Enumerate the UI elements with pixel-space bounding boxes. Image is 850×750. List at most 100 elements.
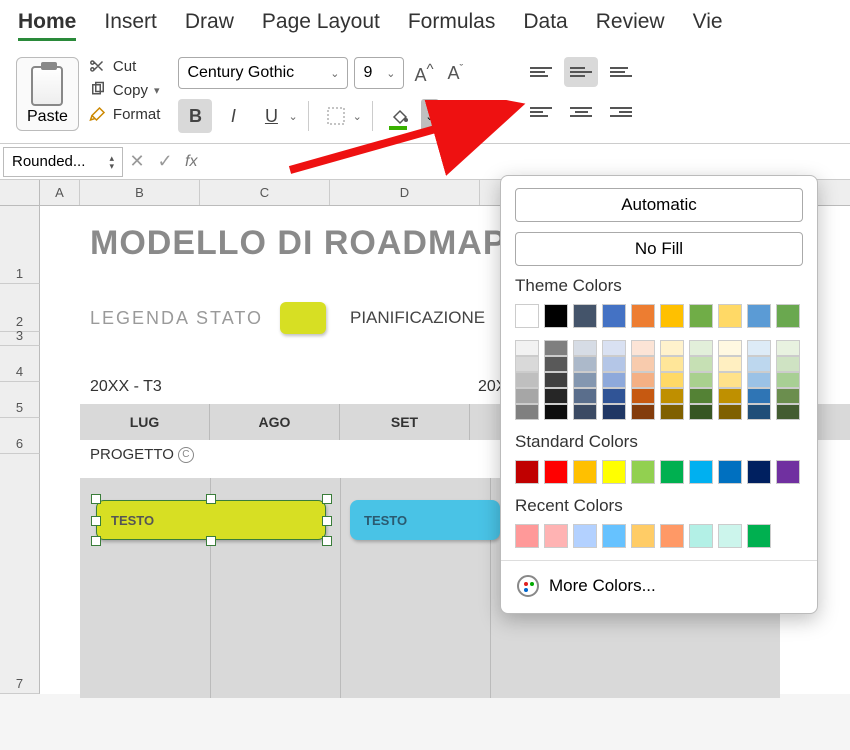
color-swatch[interactable]	[515, 388, 539, 404]
selection-handle[interactable]	[206, 536, 216, 546]
color-swatch[interactable]	[660, 404, 684, 420]
color-swatch[interactable]	[544, 340, 568, 356]
row-header[interactable]: 6	[0, 418, 40, 454]
selection-handle[interactable]	[206, 494, 216, 504]
color-swatch[interactable]	[718, 356, 742, 372]
column-header[interactable]: A	[40, 180, 80, 205]
formula-confirm-button[interactable]: ✓	[151, 151, 179, 172]
color-swatch[interactable]	[660, 356, 684, 372]
color-swatch[interactable]	[631, 460, 655, 484]
ribbon-tab-insert[interactable]: Insert	[104, 10, 157, 41]
select-all-corner[interactable]	[0, 180, 40, 205]
color-swatch[interactable]	[689, 356, 713, 372]
align-right-button[interactable]	[604, 97, 638, 127]
row-header[interactable]: 1	[0, 206, 40, 284]
selection-handle[interactable]	[91, 494, 101, 504]
color-swatch[interactable]	[631, 372, 655, 388]
color-swatch[interactable]	[631, 340, 655, 356]
color-swatch[interactable]	[573, 460, 597, 484]
color-swatch[interactable]	[573, 388, 597, 404]
color-swatch[interactable]	[515, 356, 539, 372]
color-swatch[interactable]	[718, 304, 742, 328]
color-swatch[interactable]	[602, 304, 626, 328]
color-swatch[interactable]	[718, 372, 742, 388]
color-swatch[interactable]	[602, 460, 626, 484]
font-color-button[interactable]: A	[443, 99, 477, 133]
row-header[interactable]: 2	[0, 284, 40, 332]
color-swatch[interactable]	[718, 460, 742, 484]
color-swatch[interactable]	[776, 372, 800, 388]
ribbon-tab-home[interactable]: Home	[18, 10, 76, 41]
color-swatch[interactable]	[602, 404, 626, 420]
row-header[interactable]: 7	[0, 454, 40, 694]
align-top-button[interactable]	[524, 57, 558, 87]
fill-color-button[interactable]	[383, 99, 417, 133]
color-swatch[interactable]	[602, 524, 626, 548]
more-colors-button[interactable]: More Colors...	[515, 571, 803, 601]
selection-handle[interactable]	[322, 536, 332, 546]
column-header[interactable]: C	[200, 180, 330, 205]
color-swatch[interactable]	[515, 340, 539, 356]
font-name-select[interactable]: Century Gothic ⌄	[178, 57, 348, 89]
color-swatch[interactable]	[718, 340, 742, 356]
color-swatch[interactable]	[747, 388, 771, 404]
ribbon-tab-review[interactable]: Review	[596, 10, 665, 41]
color-swatch[interactable]	[515, 404, 539, 420]
color-swatch[interactable]	[544, 524, 568, 548]
color-swatch[interactable]	[718, 388, 742, 404]
color-swatch[interactable]	[573, 372, 597, 388]
color-swatch[interactable]	[776, 404, 800, 420]
color-swatch[interactable]	[544, 304, 568, 328]
color-swatch[interactable]	[544, 404, 568, 420]
legend-swatch[interactable]	[280, 302, 326, 334]
color-swatch[interactable]	[689, 372, 713, 388]
color-swatch[interactable]	[573, 524, 597, 548]
color-swatch[interactable]	[776, 388, 800, 404]
underline-button[interactable]: U	[254, 99, 288, 133]
color-swatch[interactable]	[660, 388, 684, 404]
color-swatch[interactable]	[660, 340, 684, 356]
ribbon-tab-vie[interactable]: Vie	[693, 10, 723, 41]
format-painter-button[interactable]: Format	[89, 105, 161, 123]
gantt-bar-selected[interactable]: TESTO	[96, 500, 326, 540]
color-swatch[interactable]	[776, 356, 800, 372]
chevron-down-icon[interactable]: ⌄	[288, 110, 297, 123]
selection-handle[interactable]	[91, 516, 101, 526]
increase-font-button[interactable]: A^	[410, 61, 437, 86]
color-swatch[interactable]	[747, 404, 771, 420]
no-fill-button[interactable]: No Fill	[515, 232, 803, 266]
color-swatch[interactable]	[544, 388, 568, 404]
selection-handle[interactable]	[322, 516, 332, 526]
color-swatch[interactable]	[776, 460, 800, 484]
color-swatch[interactable]	[631, 356, 655, 372]
color-swatch[interactable]	[747, 340, 771, 356]
row-header[interactable]: 3	[0, 332, 40, 346]
color-swatch[interactable]	[515, 460, 539, 484]
color-swatch[interactable]	[689, 388, 713, 404]
color-swatch[interactable]	[544, 372, 568, 388]
align-center-button[interactable]	[564, 97, 598, 127]
color-swatch[interactable]	[631, 524, 655, 548]
italic-button[interactable]: I	[216, 99, 250, 133]
color-swatch[interactable]	[515, 524, 539, 548]
chevron-down-icon[interactable]: ⌄	[353, 110, 362, 123]
color-swatch[interactable]	[747, 372, 771, 388]
fill-color-dropdown[interactable]: ⌄	[421, 99, 439, 133]
font-size-select[interactable]: 9 ⌄	[354, 57, 404, 89]
stepper-down-icon[interactable]: ▾	[109, 162, 114, 170]
color-swatch[interactable]	[689, 340, 713, 356]
chevron-down-icon[interactable]: ⌄	[477, 110, 486, 123]
color-swatch[interactable]	[631, 304, 655, 328]
color-swatch[interactable]	[747, 524, 771, 548]
color-swatch[interactable]	[573, 356, 597, 372]
color-swatch[interactable]	[602, 372, 626, 388]
column-header[interactable]: B	[80, 180, 200, 205]
color-swatch[interactable]	[660, 304, 684, 328]
align-middle-button[interactable]	[564, 57, 598, 87]
color-swatch[interactable]	[544, 356, 568, 372]
ribbon-tab-data[interactable]: Data	[523, 10, 567, 41]
align-left-button[interactable]	[524, 97, 558, 127]
cut-button[interactable]: Cut	[89, 57, 161, 75]
borders-button[interactable]	[319, 99, 353, 133]
gantt-bar[interactable]: TESTO	[350, 500, 500, 540]
